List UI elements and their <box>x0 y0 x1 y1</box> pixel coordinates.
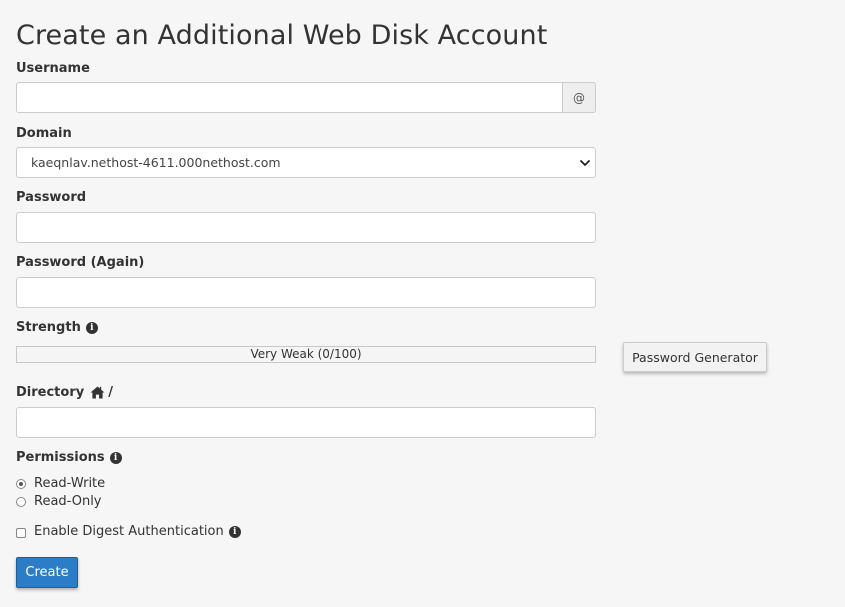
strength-label-text: Strength <box>16 320 81 335</box>
domain-label-text: Domain <box>16 126 72 141</box>
password-input[interactable] <box>16 212 596 243</box>
domain-select[interactable]: kaeqnlav.nethost-4611.000nethost.com <box>16 147 596 178</box>
page-title: Create an Additional Web Disk Account <box>16 20 548 51</box>
digest-auth-label: Enable Digest Authentication <box>34 524 224 539</box>
password-label: Password <box>16 190 86 205</box>
create-button[interactable]: Create <box>16 557 78 588</box>
read-only-radio[interactable] <box>16 496 26 507</box>
password-again-label: Password (Again) <box>16 255 144 270</box>
password-again-input[interactable] <box>16 277 596 308</box>
home-icon <box>90 386 105 399</box>
username-at-addon: @ <box>562 82 596 113</box>
username-label: Username <box>16 61 90 76</box>
info-circle-icon[interactable]: i <box>109 451 122 464</box>
directory-label: Directory / <box>16 385 113 400</box>
digest-auth-checkbox[interactable] <box>16 528 26 538</box>
strength-meter-text: Very Weak (0/100) <box>250 347 362 361</box>
domain-label: Domain <box>16 126 72 141</box>
password-again-label-text: Password (Again) <box>16 255 145 270</box>
username-input[interactable] <box>16 82 562 113</box>
directory-label-text: Directory <box>16 385 85 400</box>
digest-auth-option[interactable]: Enable Digest Authentication i <box>16 524 241 539</box>
directory-root-slash: / <box>108 385 113 400</box>
permission-option-read-only[interactable]: Read-Only <box>16 494 102 509</box>
chevron-down-icon <box>580 160 590 166</box>
strength-label: Strength i <box>16 320 98 335</box>
info-circle-icon[interactable]: i <box>228 525 241 538</box>
password-generator-button[interactable]: Password Generator <box>623 342 767 372</box>
password-strength-meter: Very Weak (0/100) <box>16 346 596 363</box>
directory-input[interactable] <box>16 407 596 438</box>
permissions-label-text: Permissions <box>16 450 105 465</box>
username-label-text: Username <box>16 61 90 76</box>
username-input-group: @ <box>16 82 596 113</box>
info-circle-icon[interactable]: i <box>85 321 98 334</box>
domain-selected-value: kaeqnlav.nethost-4611.000nethost.com <box>31 155 281 170</box>
password-label-text: Password <box>16 190 87 205</box>
read-only-label: Read-Only <box>34 494 102 509</box>
web-disk-create-page: Create an Additional Web Disk Account Us… <box>0 0 845 607</box>
read-write-label: Read-Write <box>34 476 106 491</box>
permission-option-read-write[interactable]: Read-Write <box>16 476 105 491</box>
read-write-radio[interactable] <box>16 478 26 489</box>
permissions-label: Permissions i <box>16 450 122 465</box>
